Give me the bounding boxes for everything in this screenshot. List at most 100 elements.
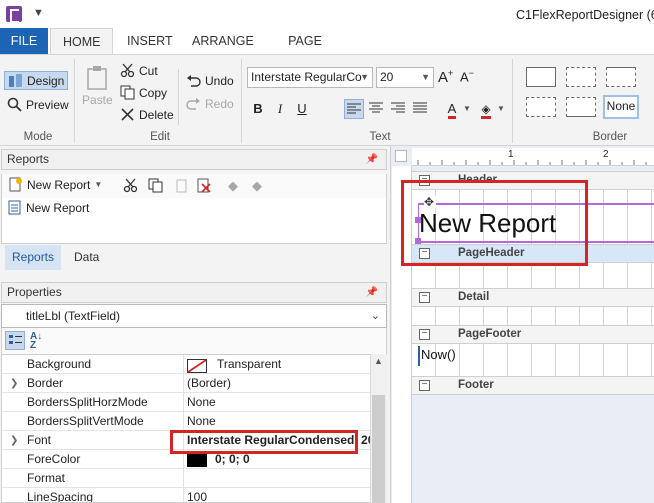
sort-az-icon: A↓ Z [30, 331, 43, 351]
copy-icon [148, 178, 163, 193]
ruler-corner[interactable] [395, 150, 407, 162]
delete-report-button[interactable] [196, 178, 211, 193]
design-button[interactable]: Design [4, 71, 69, 90]
ruler-label: 1 [508, 149, 514, 160]
fill-color-button[interactable]: ◈ [476, 99, 496, 119]
move-down-button[interactable]: ◆ [252, 178, 262, 194]
new-report-button[interactable]: New Report ▼ [8, 177, 102, 192]
clipboard-icon [86, 65, 108, 91]
reports-toolbar: New Report ▼ ◆ ◆ [1, 174, 387, 198]
list-item[interactable]: New Report [7, 200, 89, 215]
app-icon[interactable] [6, 6, 22, 23]
collapse-icon[interactable]: − [419, 329, 430, 340]
font-size-combo[interactable]: 20 ▼ [376, 67, 434, 88]
preview-button[interactable]: Preview [7, 97, 69, 112]
grow-font-button[interactable]: A+ [438, 68, 453, 86]
align-center-button[interactable] [366, 99, 386, 119]
scrollbar-thumb[interactable] [372, 395, 385, 503]
tab-arrange[interactable]: ARRANGE [180, 28, 257, 54]
underline-button[interactable]: U [292, 99, 312, 119]
grow-font-icon: A+ [438, 68, 454, 86]
dropdown-arrow-icon: ▼ [360, 72, 369, 82]
title-field-highlight [401, 180, 588, 266]
collapse-icon[interactable]: − [419, 292, 430, 303]
font-name-combo[interactable]: Interstate RegularCo ▼ [247, 67, 373, 88]
reports-list: New Report [1, 198, 387, 244]
footer-field[interactable]: Now() [418, 346, 654, 366]
scissors-icon [120, 63, 135, 78]
group-separator [178, 69, 179, 125]
paste-report-button[interactable] [174, 178, 189, 193]
ruler-ticks [417, 160, 647, 165]
pin-icon[interactable]: 📌 [366, 283, 378, 302]
undo-button[interactable]: Undo [186, 73, 234, 88]
dropdown-arrow-icon: ▼ [94, 180, 103, 189]
delete-x-icon [120, 107, 135, 122]
expand-icon[interactable]: ❯ [10, 374, 18, 393]
tab-insert[interactable]: INSERT [115, 28, 177, 54]
border-top-button[interactable] [606, 67, 636, 87]
delete-button[interactable]: Delete [120, 107, 174, 122]
tab-page-setup[interactable]: PAGE SETUP [261, 28, 349, 74]
table-row[interactable]: Background Transparent [2, 355, 370, 374]
copy-report-button[interactable] [148, 178, 163, 193]
tab-data[interactable]: Data [67, 245, 106, 270]
justify-button[interactable] [410, 99, 430, 119]
categorized-button[interactable] [5, 331, 25, 350]
down-arrow-icon: ◆ [252, 178, 262, 193]
tab-file[interactable]: FILE [0, 28, 48, 54]
redo-button[interactable]: Redo [186, 96, 234, 111]
cut-button[interactable]: Cut [120, 63, 158, 78]
italic-icon: I [277, 101, 283, 116]
font-color-button[interactable]: A [442, 99, 462, 119]
delete-report-icon [196, 178, 211, 193]
mode-group-label: Mode [23, 131, 53, 143]
page-header-band-body[interactable] [412, 263, 654, 288]
tab-home[interactable]: HOME [50, 28, 113, 54]
collapse-icon[interactable]: − [419, 380, 430, 391]
font-color-icon: A [447, 102, 457, 119]
border-none-button[interactable]: None [603, 95, 639, 119]
detail-band-body[interactable] [412, 307, 654, 325]
band-page-footer[interactable]: − PageFooter [412, 325, 654, 344]
scroll-up-icon[interactable]: ▲ [374, 356, 383, 366]
border-bottom-button[interactable] [566, 97, 596, 117]
border-all-button[interactable] [526, 67, 556, 87]
table-row[interactable]: BordersSplitVertMode None [2, 412, 370, 431]
expand-icon[interactable]: ❯ [10, 431, 18, 450]
selected-object-combo[interactable]: titleLbl (TextField) ⌄ [1, 304, 387, 328]
dropdown-arrow-icon[interactable]: ▼ [463, 104, 471, 113]
alphabetical-button[interactable]: A↓ Z [30, 331, 43, 351]
band-footer[interactable]: − Footer [412, 376, 654, 395]
move-up-button[interactable]: ◆ [228, 178, 238, 194]
report-icon [7, 200, 22, 215]
cut-report-button[interactable] [123, 178, 138, 193]
band-detail[interactable]: − Detail [412, 288, 654, 307]
tab-reports[interactable]: Reports [5, 245, 62, 270]
table-row[interactable]: ❯ Border (Border) [2, 374, 370, 393]
paste-button[interactable]: Paste [82, 65, 113, 107]
scissors-icon [123, 178, 138, 193]
quick-access-dropdown-icon[interactable]: ▼ [33, 7, 44, 19]
border-inner-button[interactable] [566, 67, 596, 87]
horizontal-ruler: 1 2 [412, 148, 654, 166]
align-right-button[interactable] [388, 99, 408, 119]
window-title: C1FlexReportDesigner (64 b [516, 8, 654, 22]
copy-button[interactable]: Copy [120, 85, 167, 100]
group-separator [74, 59, 75, 143]
border-outer-dashed-button[interactable] [526, 97, 556, 117]
table-row[interactable]: BordersSplitHorzMode None [2, 393, 370, 412]
pin-icon[interactable]: 📌 [366, 150, 378, 169]
justify-icon [413, 102, 427, 113]
bold-button[interactable]: B [248, 99, 268, 119]
ribbon-tabs: FILE HOME INSERT ARRANGE PAGE SETUP [0, 28, 654, 74]
font-property-highlight [170, 430, 358, 454]
black-swatch-icon [187, 452, 207, 467]
italic-button[interactable]: I [270, 99, 290, 119]
table-row[interactable]: Format [2, 469, 370, 488]
align-left-button[interactable] [344, 99, 364, 119]
table-row[interactable]: LineSpacing 100 [2, 488, 370, 502]
group-separator [512, 59, 513, 143]
dropdown-arrow-icon[interactable]: ▼ [497, 104, 505, 113]
shrink-font-button[interactable]: A− [460, 68, 474, 84]
